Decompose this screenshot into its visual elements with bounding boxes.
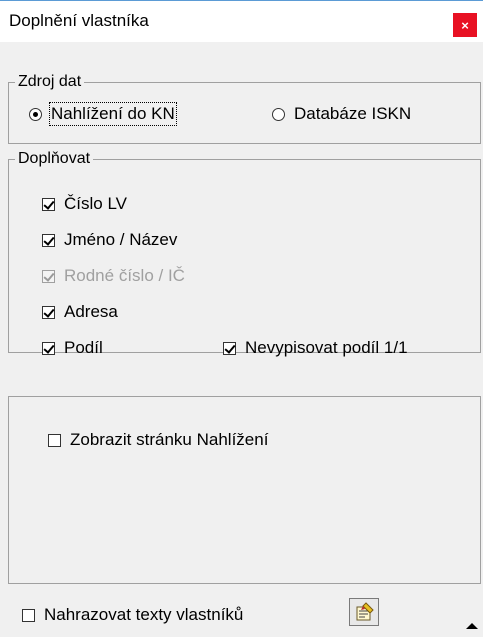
edit-texts-button[interactable] — [349, 598, 379, 626]
checkbox-rodne-cislo-label: Rodné číslo / IČ — [64, 266, 185, 285]
checkbox-nahrazovat-box[interactable] — [22, 608, 35, 622]
checkbox-nahrazovat[interactable]: Nahrazovat texty vlastníků — [22, 605, 243, 625]
checkbox-jmeno[interactable]: Jméno / Název — [42, 230, 177, 250]
checkbox-podil-box[interactable] — [42, 341, 55, 355]
checkbox-adresa[interactable]: Adresa — [42, 302, 118, 322]
checkbox-cislo-lv[interactable]: Číslo LV — [42, 194, 127, 214]
checkbox-adresa-label: Adresa — [64, 302, 118, 321]
radio-databaze-indicator[interactable] — [272, 107, 285, 121]
checkbox-rodne-cislo-box — [42, 269, 55, 283]
checkbox-zobrazit[interactable]: Zobrazit stránku Nahlížení — [48, 430, 268, 450]
radio-databaze-label: Databáze ISKN — [294, 104, 412, 123]
title-bar: Doplnění vlastníka × — [0, 0, 483, 42]
window-title: Doplnění vlastníka — [9, 11, 149, 30]
checkbox-nevypisovat-label: Nevypisovat podíl 1/1 — [245, 338, 408, 357]
checkbox-jmeno-box[interactable] — [42, 233, 55, 247]
radio-nahlizeni-label: Nahlížení do KN — [49, 102, 177, 126]
edit-texts-icon — [356, 602, 374, 621]
checkbox-jmeno-label: Jméno / Název — [64, 230, 178, 249]
checkbox-podil-label: Podíl — [64, 338, 103, 357]
close-button[interactable]: × — [453, 13, 477, 37]
fill-group: Doplňovat — [8, 149, 481, 353]
radio-nahlizeni[interactable]: Nahlížení do KN — [29, 102, 177, 126]
scroll-up-arrow-icon[interactable] — [466, 623, 478, 629]
close-icon: × — [461, 17, 469, 33]
checkbox-nahrazovat-label: Nahrazovat texty vlastníků — [44, 605, 244, 624]
checkbox-zobrazit-box[interactable] — [48, 433, 61, 447]
data-source-legend: Zdroj dat — [15, 72, 85, 92]
checkbox-podil[interactable]: Podíl — [42, 338, 103, 358]
checkbox-rodne-cislo: Rodné číslo / IČ — [42, 266, 185, 286]
checkbox-nevypisovat-box[interactable] — [223, 341, 236, 355]
checkbox-cislo-lv-label: Číslo LV — [64, 194, 127, 213]
fill-legend: Doplňovat — [15, 149, 94, 169]
checkbox-adresa-box[interactable] — [42, 305, 55, 319]
radio-databaze[interactable]: Databáze ISKN — [272, 104, 411, 124]
checkbox-cislo-lv-box[interactable] — [42, 197, 55, 211]
radio-nahlizeni-indicator[interactable] — [29, 107, 42, 121]
checkbox-zobrazit-label: Zobrazit stránku Nahlížení — [70, 430, 269, 449]
options-panel — [8, 396, 481, 584]
checkbox-nevypisovat[interactable]: Nevypisovat podíl 1/1 — [223, 338, 408, 358]
